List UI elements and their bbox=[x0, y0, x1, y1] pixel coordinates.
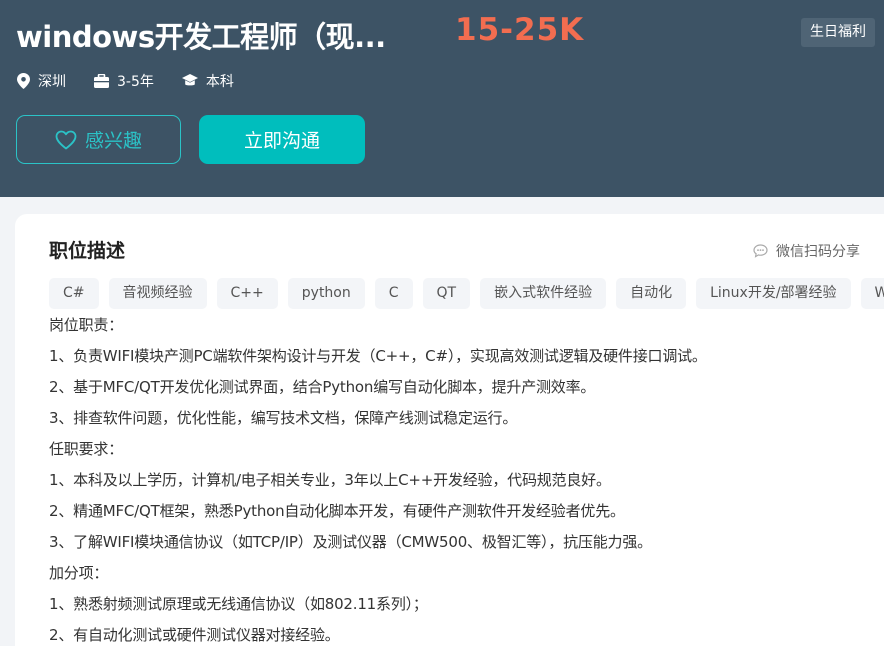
skill-tag: 自动化 bbox=[616, 278, 687, 309]
job-description-text: 岗位职责： 1、负责WIFI模块产测PC端软件架构设计与开发（C++，C#），实… bbox=[49, 310, 879, 646]
description-line: 3、排查软件问题，优化性能，编写技术文档，保障产线测试稳定运行。 bbox=[49, 409, 518, 427]
job-header: windows开发工程师（现... 15-25K 生日福利 深圳 3-5年 本科 bbox=[0, 0, 884, 197]
interest-label: 感兴趣 bbox=[84, 130, 142, 152]
job-description-card: 职位描述 微信扫码分享 C# 音视频经验 C++ python C QT 嵌入式… bbox=[15, 214, 884, 646]
skill-tag: C# bbox=[49, 278, 99, 309]
skill-tags: C# 音视频经验 C++ python C QT 嵌入式软件经验 自动化 Lin… bbox=[49, 278, 884, 309]
job-meta: 深圳 3-5年 本科 bbox=[17, 71, 262, 91]
skill-tag: python bbox=[287, 278, 365, 309]
skill-tag: W bbox=[860, 278, 884, 309]
meta-education: 本科 bbox=[181, 71, 234, 91]
briefcase-icon bbox=[94, 74, 109, 88]
skill-tag: Linux开发/部署经验 bbox=[696, 278, 851, 309]
share-label: 微信扫码分享 bbox=[776, 244, 860, 260]
description-line: 加分项： bbox=[49, 564, 109, 582]
chat-now-button[interactable]: 立即沟通 bbox=[199, 115, 365, 164]
skill-tag: C bbox=[374, 278, 413, 309]
skill-tag: C++ bbox=[216, 278, 278, 309]
description-line: 2、基于MFC/QT开发优化测试界面，结合Python编写自动化脚本，提升产测效… bbox=[49, 378, 596, 396]
description-line: 2、有自动化测试或硬件测试仪器对接经验。 bbox=[49, 626, 340, 644]
graduation-cap-icon bbox=[181, 74, 198, 86]
meta-location-text: 深圳 bbox=[38, 74, 66, 90]
skill-tag: 音视频经验 bbox=[108, 278, 207, 309]
description-line: 1、熟悉射频测试原理或无线通信协议（如802.11系列）； bbox=[49, 595, 428, 613]
meta-education-text: 本科 bbox=[205, 74, 234, 90]
meta-location: 深圳 bbox=[17, 71, 66, 91]
description-line: 2、精通MFC/QT框架，熟悉Python自动化脚本开发，有硬件产测软件开发经验… bbox=[49, 502, 625, 520]
skill-tag: QT bbox=[422, 278, 471, 309]
section-title: 职位描述 bbox=[49, 240, 126, 262]
description-line: 岗位职责： bbox=[49, 316, 124, 334]
benefit-badge: 生日福利 bbox=[801, 18, 875, 47]
salary: 15-25K bbox=[455, 12, 585, 48]
chat-bubble-icon bbox=[753, 244, 768, 258]
wechat-share[interactable]: 微信扫码分享 bbox=[753, 241, 860, 261]
description-line: 任职要求： bbox=[49, 440, 124, 458]
meta-experience-text: 3-5年 bbox=[117, 74, 154, 90]
heart-icon bbox=[55, 130, 77, 149]
skill-tag: 嵌入式软件经验 bbox=[480, 278, 607, 309]
location-pin-icon bbox=[17, 73, 30, 89]
job-title: windows开发工程师（现... bbox=[16, 20, 386, 54]
meta-experience: 3-5年 bbox=[94, 71, 154, 91]
description-line: 1、本科及以上学历，计算机/电子相关专业，3年以上C++开发经验，代码规范良好。 bbox=[49, 471, 611, 489]
interest-button[interactable]: 感兴趣 bbox=[16, 115, 181, 164]
description-line: 1、负责WIFI模块产测PC端软件架构设计与开发（C++，C#），实现高效测试逻… bbox=[49, 347, 707, 365]
description-line: 3、了解WIFI模块通信协议（如TCP/IP）及测试仪器（CMW500、极智汇等… bbox=[49, 533, 652, 551]
